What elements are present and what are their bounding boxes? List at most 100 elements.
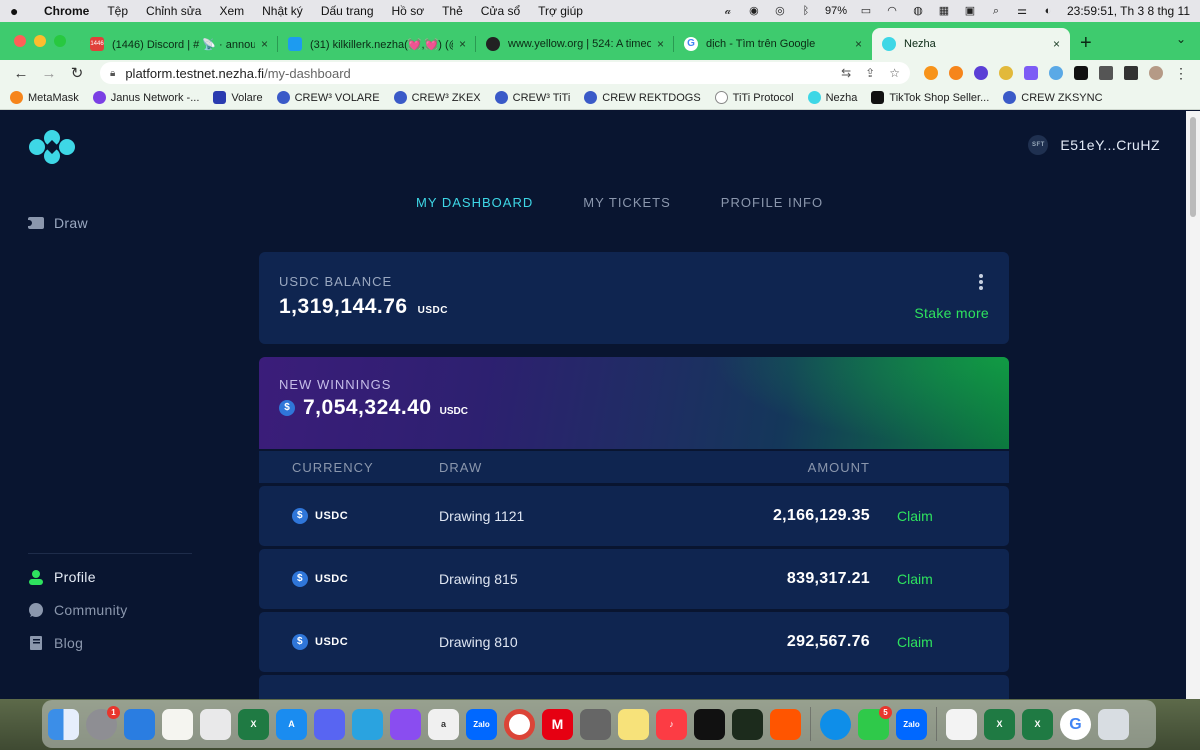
- activity-monitor-icon[interactable]: [732, 708, 763, 740]
- close-tab-icon[interactable]: ×: [459, 37, 466, 51]
- reload-icon[interactable]: ↻: [66, 64, 88, 82]
- menubar-clock[interactable]: 23:59:51, Th 3 8 thg 11: [1067, 4, 1190, 18]
- tab-google[interactable]: G dịch - Tìm trên Google ×: [674, 28, 872, 60]
- script-app-icon[interactable]: a: [428, 708, 459, 740]
- extensions-puzzle-icon[interactable]: [1099, 66, 1113, 80]
- siri-icon[interactable]: ◐: [1041, 5, 1055, 17]
- keyboard-icon[interactable]: ▦: [937, 5, 951, 17]
- menu-item-profiles[interactable]: Hồ sơ: [392, 4, 425, 18]
- menu-item-view[interactable]: Xem: [219, 4, 244, 18]
- starkey-extension-icon[interactable]: [1024, 66, 1038, 80]
- airdrop-icon[interactable]: ◎: [773, 5, 787, 17]
- bookmark-janus[interactable]: Janus Network -...: [92, 91, 199, 104]
- bookmark-star-icon[interactable]: ☆: [889, 66, 900, 80]
- zalo-icon[interactable]: Zalo: [466, 708, 497, 740]
- zoom-window-button[interactable]: [54, 35, 66, 47]
- bookmark-titi-protocol[interactable]: TiTi Protocol: [714, 91, 794, 104]
- page-scrollbar[interactable]: [1186, 111, 1200, 699]
- excel-file-icon-2[interactable]: X: [1022, 708, 1053, 740]
- sidebar-item-community[interactable]: Community: [28, 600, 128, 619]
- bookmark-volare[interactable]: Volare: [213, 91, 263, 104]
- sidebar-item-blog[interactable]: Blog: [28, 633, 128, 652]
- discord-icon[interactable]: [314, 708, 345, 740]
- bookmark-crew-titi[interactable]: CREW³ TiTi: [494, 91, 570, 104]
- close-tab-icon[interactable]: ×: [261, 37, 268, 51]
- excel-file-icon[interactable]: X: [984, 708, 1015, 740]
- lock-icon[interactable]: 🔒︎: [110, 68, 115, 79]
- close-tab-icon[interactable]: ×: [657, 37, 664, 51]
- user-icon[interactable]: ◍: [911, 5, 925, 17]
- bookmark-crew-zkex[interactable]: CREW³ ZKEX: [393, 91, 481, 104]
- document-icon[interactable]: [946, 708, 977, 740]
- minimize-window-button[interactable]: [34, 35, 46, 47]
- menu-item-file[interactable]: Tệp: [107, 4, 128, 18]
- tab-my-dashboard[interactable]: MY DASHBOARD: [416, 195, 533, 210]
- profile-avatar[interactable]: [1149, 66, 1163, 80]
- apple-menu-icon[interactable]: ●: [10, 4, 24, 18]
- google-icon[interactable]: G: [1060, 708, 1091, 740]
- teamviewer-icon[interactable]: [820, 708, 851, 740]
- sidebar-item-profile[interactable]: Profile: [28, 567, 128, 586]
- record-icon[interactable]: ◉: [747, 5, 761, 17]
- bookmark-tiktok[interactable]: TikTok Shop Seller...: [871, 91, 989, 104]
- battery-icon[interactable]: ▭: [859, 5, 873, 17]
- bookmark-nezha[interactable]: Nezha: [807, 91, 857, 104]
- spotlight-search-icon[interactable]: ⌕: [989, 5, 1003, 17]
- chrome-menu-icon[interactable]: ⋮: [1174, 66, 1188, 80]
- excel-icon[interactable]: X: [238, 708, 269, 740]
- facetime-icon[interactable]: 5: [858, 705, 892, 740]
- nezha-logo-icon[interactable]: [28, 129, 76, 165]
- claim-button[interactable]: Claim: [897, 634, 933, 650]
- robot-app-icon[interactable]: [580, 708, 611, 740]
- wifi-icon[interactable]: ◠: [885, 5, 899, 17]
- menu-app-name[interactable]: Chrome: [44, 4, 89, 18]
- menu-item-tab[interactable]: Thẻ: [442, 4, 463, 18]
- app-store-icon[interactable]: A: [276, 708, 307, 740]
- bookmark-crew-volare[interactable]: CREW³ VOLARE: [276, 91, 380, 104]
- control-center-icon[interactable]: ⚌: [1015, 5, 1029, 17]
- metamask-extension-icon[interactable]: [949, 66, 963, 80]
- new-tab-button[interactable]: +: [1080, 28, 1092, 60]
- menu-item-window[interactable]: Cửa sổ: [481, 4, 520, 18]
- wallet-button[interactable]: SFT E51eY...CruHZ: [1028, 135, 1160, 155]
- notes-icon[interactable]: [162, 708, 193, 740]
- tab-nezha[interactable]: Nezha ×: [872, 28, 1070, 60]
- menu-item-bookmarks[interactable]: Dấu trang: [321, 4, 374, 18]
- input-source-icon[interactable]: ▣: [963, 5, 977, 17]
- system-settings-icon[interactable]: 1: [86, 705, 120, 740]
- close-tab-icon[interactable]: ×: [1053, 37, 1060, 51]
- bookmark-metamask[interactable]: MetaMask: [10, 91, 79, 104]
- okx-extension-icon[interactable]: [1074, 66, 1088, 80]
- menu-item-help[interactable]: Trợ giúp: [538, 4, 583, 18]
- stake-more-button[interactable]: Stake more: [914, 305, 989, 321]
- menu-item-history[interactable]: Nhật ký: [262, 4, 303, 18]
- key-extension-icon[interactable]: [999, 66, 1013, 80]
- back-arrow-icon[interactable]: ←: [10, 65, 32, 82]
- sidebar-item-draw[interactable]: Draw: [28, 215, 88, 231]
- side-panel-icon[interactable]: [1124, 66, 1138, 80]
- translate-icon[interactable]: ⇆: [841, 66, 851, 80]
- scrollbar-thumb[interactable]: [1190, 117, 1196, 217]
- bookmark-crew-rektdogs[interactable]: CREW REKTDOGS: [584, 91, 701, 104]
- script-icon[interactable]: 𝒶: [721, 5, 735, 17]
- telegram-icon[interactable]: [352, 708, 383, 740]
- close-tab-icon[interactable]: ×: [855, 37, 862, 51]
- tab-twitter[interactable]: (31) kilkillerk.nezha(💓,💓) (@k ×: [278, 28, 476, 60]
- capcut-icon[interactable]: [694, 708, 725, 740]
- bitcoin-extension-icon[interactable]: [924, 66, 938, 80]
- claim-button[interactable]: Claim: [897, 571, 933, 587]
- bookmark-crew-zksync[interactable]: CREW ZKSYNC: [1003, 91, 1103, 104]
- claim-button[interactable]: Claim: [897, 508, 933, 524]
- messenger-icon[interactable]: [390, 708, 421, 740]
- tab-discord[interactable]: 1446 (1446) Discord | # 📡 · annou ×: [80, 28, 278, 60]
- tab-my-tickets[interactable]: MY TICKETS: [583, 195, 671, 210]
- m-app-icon[interactable]: M: [542, 708, 573, 740]
- close-window-button[interactable]: [14, 35, 26, 47]
- quicktime-icon[interactable]: [124, 708, 155, 740]
- tab-profile-info[interactable]: PROFILE INFO: [721, 195, 823, 210]
- music-icon[interactable]: ♪: [656, 708, 687, 740]
- more-options-icon[interactable]: [979, 274, 983, 290]
- drop-extension-icon[interactable]: [1049, 66, 1063, 80]
- soundcloud-icon[interactable]: [770, 708, 801, 740]
- share-icon[interactable]: ⇪: [865, 66, 875, 80]
